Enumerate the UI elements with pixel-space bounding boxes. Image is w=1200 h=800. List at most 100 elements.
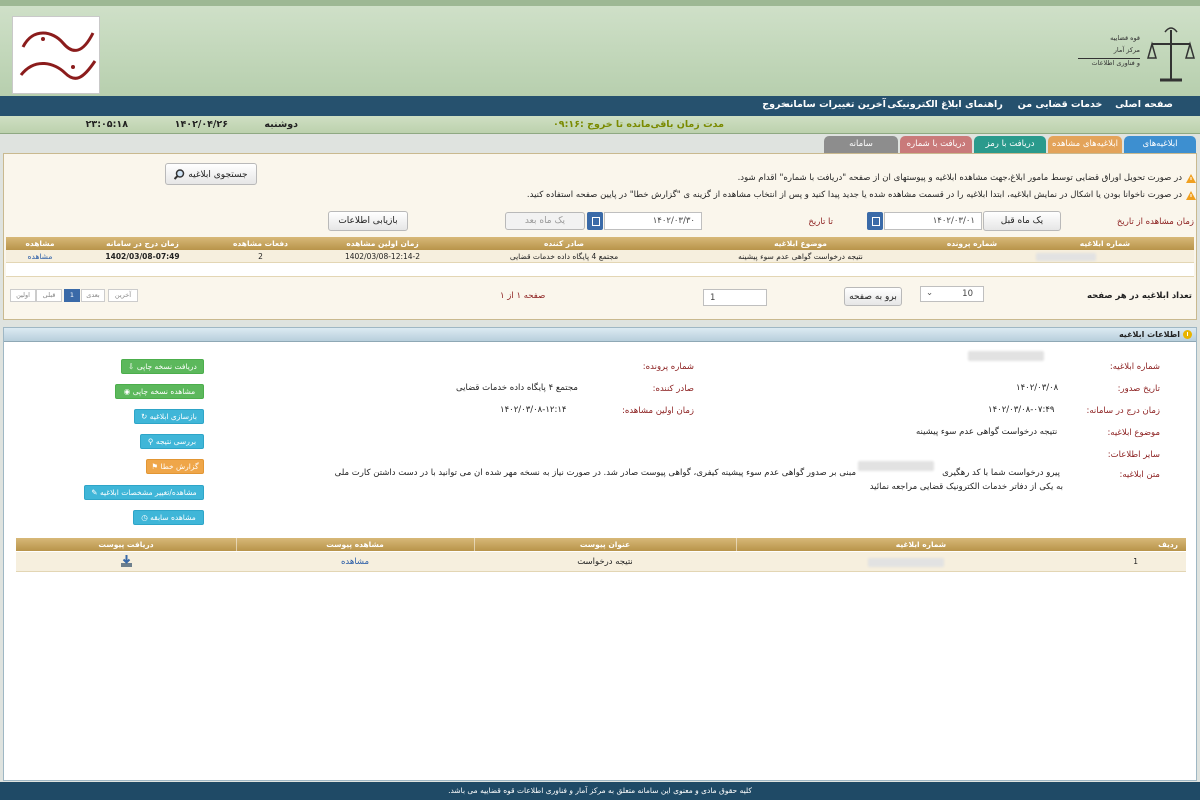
per-page-value: 10 <box>962 289 973 299</box>
clock-icon: ◷ <box>141 513 148 522</box>
tab-receive-by-password[interactable]: دریافت با رمز <box>974 136 1046 153</box>
column-divider <box>236 538 237 551</box>
download-print-button[interactable]: دریافت نسخه چاپی ⇩ <box>121 359 204 374</box>
wrench-icon: ✎ <box>91 488 98 497</box>
goto-page-button[interactable]: برو به صفحه <box>844 287 902 306</box>
page-number-input[interactable]: 1 <box>703 289 767 306</box>
view-print-button[interactable]: مشاهده نسخه چاپی ◉ <box>115 384 204 399</box>
label-issuer: صادر کننده: <box>652 384 694 394</box>
next-month-button[interactable]: یک ماه بعد <box>505 212 585 230</box>
value-first-view: ۱۴۰۲/۰۳/۰۸-۱۲:۱۴ <box>500 405 567 415</box>
status-date: ۱۴۰۲/۰۴/۲۶ <box>174 119 228 130</box>
column-divider <box>474 538 475 551</box>
calendar-icon[interactable] <box>587 212 603 230</box>
download-icon[interactable] <box>120 555 133 568</box>
pager-first[interactable]: اولین <box>10 289 36 302</box>
rebuild-notice-button[interactable]: بازسازی ابلاغیه ↻ <box>134 409 204 424</box>
table-empty-area <box>6 263 1194 277</box>
calligraphy-logo-icon <box>19 31 97 80</box>
tab-system[interactable]: سامانه <box>824 136 898 153</box>
judiciary-logo-line3: و فناوری اطلاعات <box>1078 58 1140 67</box>
tab-viewed-notices[interactable]: ابلاغیه‌های مشاهده <box>1048 136 1122 153</box>
menu-exit[interactable]: خروج <box>735 99 815 110</box>
table-row: 1 نتیجه درخواست مشاهده <box>16 552 1186 572</box>
col-issuer: صادر کننده <box>543 239 585 248</box>
value-insert-time: ۱۴۰۲/۰۳/۰۸-۰۷:۴۹ <box>988 405 1055 415</box>
ablagh-logo <box>12 16 100 94</box>
redacted-notice-number <box>868 558 944 567</box>
check-result-button[interactable]: بررسی نتیجه ⚲ <box>140 434 204 449</box>
redacted-tracking-code <box>858 461 934 471</box>
col-view-count: دفعات مشاهده <box>232 239 288 248</box>
notice-line-1: در صورت تحویل اوراق قضایی توسط مامور ابل… <box>737 173 1182 183</box>
view-print-label: مشاهده نسخه چاپی <box>132 387 196 396</box>
from-date-input[interactable]: ۱۴۰۲/۰۳/۰۱ <box>884 212 982 230</box>
pager-page-1[interactable]: 1 <box>64 289 80 302</box>
table-row[interactable]: نتیجه درخواست گواهی عدم سوء پیشینه مجتمع… <box>6 250 1194 263</box>
notice-info-title: اطلاعات ابلاغیه <box>1118 330 1180 339</box>
value-issuer: مجتمع ۴ پایگاه داده خدمات قضایی <box>456 383 578 393</box>
prev-month-button[interactable]: یک ماه قبل <box>983 211 1061 231</box>
redacted-notice-number <box>968 351 1044 361</box>
search-notice-label: جستجوی ابلاغیه <box>188 170 248 180</box>
edit-notice-details-button[interactable]: مشاهده/تغییر مشخصات ابلاغیه ✎ <box>84 485 204 500</box>
refresh-data-button[interactable]: بازیابی اطلاعات <box>328 211 408 231</box>
per-page-select[interactable]: ⌄ 10 <box>920 286 984 302</box>
check-result-label: بررسی نتیجه <box>155 437 197 446</box>
notices-table-header: شماره ابلاغیه شماره پرونده موضوع ابلاغیه… <box>6 237 1194 250</box>
column-divider <box>736 538 737 551</box>
cell-subject: نتیجه درخواست گواهی عدم سوء پیشینه <box>738 252 863 261</box>
label-insert-time: زمان درج در سامانه: <box>1086 406 1160 416</box>
status-bar: مدت زمان باقی‌مانده تا خروج :۰۹:۱۶ دوشنب… <box>0 116 1200 134</box>
pager-last[interactable]: آخرین <box>108 289 138 302</box>
from-date-label: زمان مشاهده از تاریخ <box>1116 217 1194 227</box>
attachments-table-header: ردیف شماره ابلاغیه عنوان پیوست مشاهده پی… <box>16 538 1186 551</box>
tab-receive-by-number[interactable]: دریافت با شماره <box>900 136 972 153</box>
notice-line-2: در صورت ناخوانا بودن یا اشکال در نمایش ا… <box>526 190 1182 200</box>
edit-notice-details-label: مشاهده/تغییر مشخصات ابلاغیه <box>99 488 197 497</box>
status-time: ۲۳:۰۵:۱۸ <box>85 119 128 130</box>
view-attachment-link[interactable]: مشاهده <box>236 557 474 567</box>
to-date-label: تا تاریخ <box>808 217 833 227</box>
col-first-view: زمان اولین مشاهده <box>346 239 419 248</box>
report-error-label: گزارش خطا <box>160 462 199 471</box>
col-notice-number: شماره ابلاغیه <box>1079 239 1131 248</box>
col-view: مشاهده <box>25 239 55 248</box>
col-att-title: عنوان پیوست <box>579 540 631 549</box>
site-footer: کلیه حقوق مادی و معنوی این سامانه متعلق … <box>0 782 1200 800</box>
label-issue-date: تاریخ صدور: <box>1117 384 1160 394</box>
scales-of-justice-icon <box>1147 27 1195 82</box>
label-case-number: شماره پرونده: <box>642 362 694 372</box>
col-att-download: دریافت پیوست <box>98 540 154 549</box>
label-first-view: زمان اولین مشاهده: <box>622 406 694 416</box>
view-history-label: مشاهده سابقه <box>150 513 196 522</box>
info-icon <box>1183 330 1192 339</box>
label-notice-body: متن ابلاغیه: <box>1119 470 1160 480</box>
bullhorn-icon: ⚑ <box>151 462 159 471</box>
view-history-button[interactable]: مشاهده سابقه ◷ <box>133 510 204 525</box>
pager-prev[interactable]: قبلی <box>36 289 62 302</box>
search-notice-button[interactable]: جستجوی ابلاغیه <box>165 163 257 185</box>
label-notice-number: شماره ابلاغیه: <box>1109 362 1160 372</box>
warning-icon <box>1186 191 1196 200</box>
chevron-down-icon: ⌄ <box>926 288 934 298</box>
judiciary-logo: قوه قضاییه مرکز آمار و فناوری اطلاعات <box>1078 24 1196 86</box>
notice-info-header: اطلاعات ابلاغیه <box>4 328 1196 342</box>
pager-next[interactable]: بعدی <box>81 289 105 302</box>
download-print-label: دریافت نسخه چاپی <box>136 362 197 371</box>
cell-view-count: 2 <box>258 252 263 261</box>
to-date-input[interactable]: ۱۴۰۲/۰۳/۳۰ <box>604 212 702 230</box>
tab-notices[interactable]: ابلاغیه‌های <box>1124 136 1196 153</box>
cell-issuer: مجتمع 4 پایگاه داده خدمات قضایی <box>509 252 619 261</box>
session-countdown: مدت زمان باقی‌مانده تا خروج :۰۹:۱۶ <box>553 119 724 130</box>
rebuild-notice-label: بازسازی ابلاغیه <box>149 412 197 421</box>
judiciary-logo-line2: مرکز آمار <box>1113 46 1140 54</box>
view-link[interactable]: مشاهده <box>6 252 74 261</box>
col-case-number: شماره پرونده <box>946 239 998 248</box>
main-menu: صفحه اصلی خدمات قضایی من راهنمای ابلاغ ا… <box>0 96 1200 116</box>
report-error-button[interactable]: گزارش خطا ⚑ <box>146 459 204 474</box>
value-subject: نتیجه درخواست گواهی عدم سوء پیشینه <box>916 427 1058 437</box>
calendar-icon[interactable] <box>867 212 883 230</box>
page-info: صفحه ۱ از ۱ <box>500 291 546 301</box>
refresh-icon: ↻ <box>141 412 148 421</box>
